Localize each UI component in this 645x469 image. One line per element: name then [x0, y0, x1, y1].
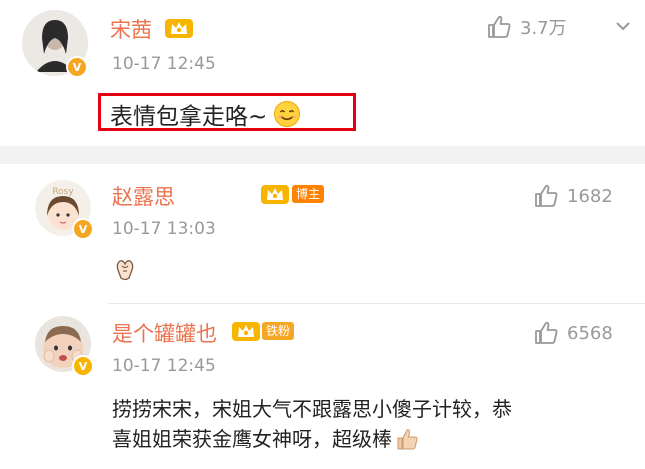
svg-text:Rosy: Rosy: [52, 187, 74, 197]
comment-text-line: 捞捞宋宋，宋姐大气不跟露思小傻子计较，恭: [112, 397, 512, 421]
post-like-button[interactable]: 3.7万: [486, 14, 567, 40]
post-more-chevron-icon[interactable]: [612, 14, 634, 44]
thumb-up-icon: [535, 321, 558, 344]
comment-like-button[interactable]: 6568: [533, 320, 613, 346]
verified-badge-icon: V: [72, 218, 94, 240]
comment-divider: [108, 303, 645, 304]
member-crown-icon: [164, 16, 194, 40]
comment-like-count: 6568: [567, 322, 613, 344]
member-crown-icon: [260, 182, 290, 206]
comment-author-name[interactable]: 赵露思: [112, 181, 175, 211]
comment-author-name[interactable]: 是个罐罐也: [112, 318, 217, 348]
fan-tag: 铁粉: [262, 322, 295, 340]
heart-hands-emoji-icon: [114, 256, 136, 286]
post-text: 表情包拿走咯~: [110, 97, 301, 131]
verified-badge-icon: V: [66, 56, 88, 78]
comment-like-button[interactable]: 1682: [533, 183, 613, 209]
comment-text: 捞捞宋宋，宋姐大气不跟露思小傻子计较，恭 喜姐姐荣获金鹰女神呀，超级棒: [112, 394, 637, 454]
member-crown-icon: [231, 319, 261, 343]
comment-time: 10-17 13:03: [112, 219, 216, 239]
comment-time: 10-17 12:45: [112, 356, 216, 376]
post-author-name[interactable]: 宋茜: [110, 14, 152, 44]
post-text-content: 表情包拿走咯~: [110, 104, 268, 130]
blogger-tag: 博主: [292, 185, 325, 203]
verified-badge-icon: V: [72, 355, 94, 377]
section-divider: [0, 146, 645, 164]
thumb-up-icon: [488, 15, 511, 38]
comment-like-count: 1682: [567, 185, 613, 207]
smile-emoji-icon: [274, 101, 301, 127]
post-like-count: 3.7万: [520, 18, 567, 39]
comment-text-line: 喜姐姐荣获金鹰女神呀，超级棒: [112, 427, 392, 451]
thumb-up-icon: [535, 184, 558, 207]
post-time: 10-17 12:45: [112, 54, 216, 74]
thumbs-up-emoji-icon: [397, 429, 418, 450]
